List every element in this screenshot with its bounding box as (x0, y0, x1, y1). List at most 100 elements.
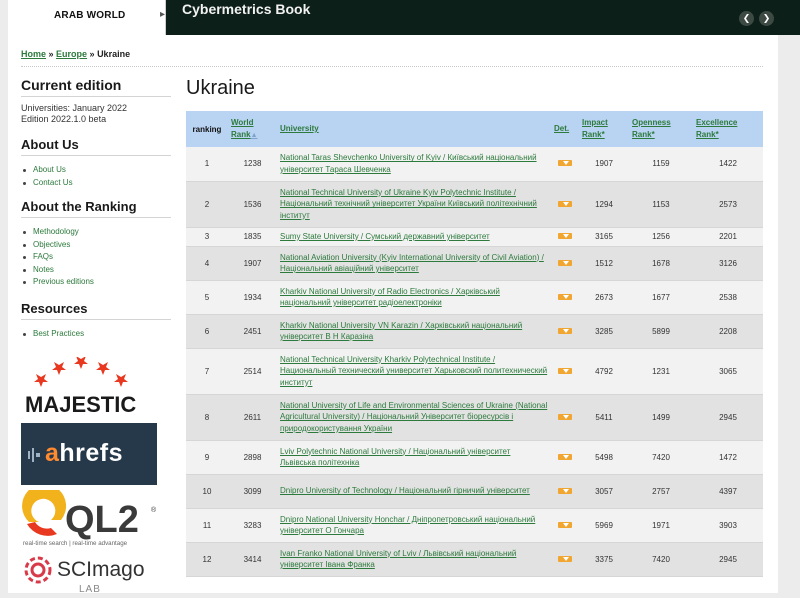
col-header-det[interactable]: Det. (551, 111, 579, 147)
cell-det (551, 181, 579, 228)
cell-university-link[interactable]: Sumy State University / Сумський державн… (277, 227, 551, 247)
cell-det (551, 394, 579, 441)
cell-openness-rank: 1678 (629, 246, 693, 281)
current-edition-heading: Current edition (21, 77, 171, 97)
ahrefs-mark-icon (28, 448, 40, 462)
cell-university-link[interactable]: National Aviation University (Kyiv Inter… (277, 246, 551, 281)
cell-det (551, 508, 579, 543)
cell-ranking: 9 (186, 440, 228, 475)
cell-world-rank: 2451 (228, 314, 277, 349)
region-tab-arab-world[interactable]: ARAB WORLD ▸ (8, 0, 166, 35)
cell-det (551, 474, 579, 509)
breadcrumb-home-link[interactable]: Home (21, 49, 46, 59)
detail-expand-icon[interactable] (558, 200, 572, 207)
detail-expand-icon[interactable] (558, 367, 572, 374)
cell-excellence-rank: 3903 (693, 508, 763, 543)
top-bar: ARAB WORLD ▸ Cybermetrics Book ❮ ❯ (0, 0, 800, 35)
cell-university-link[interactable]: Lviv Polytechnic National University / Н… (277, 440, 551, 475)
cell-excellence-rank: 3065 (693, 348, 763, 395)
sidebar-link-about-us[interactable]: About Us (21, 164, 171, 177)
col-header-excellence[interactable]: Excellence Rank* (693, 111, 763, 147)
cell-ranking: 6 (186, 314, 228, 349)
detail-expand-icon[interactable] (558, 453, 572, 460)
cell-world-rank: 3283 (228, 508, 277, 543)
cell-world-rank: 2611 (228, 394, 277, 441)
col-header-university-label: University (280, 124, 319, 133)
table-row: 5 1934 Kharkiv National University of Radi… (186, 280, 763, 315)
ahrefs-wordmark-rest: hrefs (59, 439, 124, 467)
cell-university-link[interactable]: National University of Life and Environm… (277, 394, 551, 441)
cell-openness-rank: 2757 (629, 474, 693, 509)
sort-asc-icon[interactable]: ▲ (251, 132, 258, 139)
cell-excellence-rank: 2201 (693, 227, 763, 247)
cell-excellence-rank: 2538 (693, 280, 763, 315)
sidebar-link-notes[interactable]: Notes (21, 264, 171, 277)
next-arrow-icon[interactable]: ❯ (759, 11, 774, 26)
prev-arrow-icon[interactable]: ❮ (739, 11, 754, 26)
col-header-university[interactable]: University (277, 111, 551, 147)
col-header-world-rank-line1: World (231, 117, 254, 127)
ahrefs-logo[interactable]: ahrefs (21, 423, 157, 485)
detail-expand-icon[interactable] (558, 259, 572, 266)
sidebar-link-previous-editions[interactable]: Previous editions (21, 276, 171, 289)
cell-openness-rank: 5899 (629, 314, 693, 349)
detail-expand-icon[interactable] (558, 160, 572, 167)
region-arrow-icon[interactable]: ▸ (160, 9, 165, 20)
ranking-table: ranking World Rank▲ University Det. Impac… (186, 111, 763, 577)
cell-impact-rank: 5969 (579, 508, 629, 543)
detail-expand-icon[interactable] (558, 293, 572, 300)
sidebar-link-methodology[interactable]: Methodology (21, 226, 171, 239)
detail-expand-icon[interactable] (558, 521, 572, 528)
table-row: 4 1907 National Aviation University (Kyiv … (186, 246, 763, 281)
cell-ranking: 12 (186, 542, 228, 577)
sidebar-link-best-practices[interactable]: Best Practices (21, 328, 171, 341)
col-header-openness[interactable]: Openness Rank* (629, 111, 693, 147)
sidebar-link-objectives[interactable]: Objectives (21, 239, 171, 252)
col-header-world-rank[interactable]: World Rank▲ (228, 111, 277, 147)
scimago-logo[interactable]: SCImago LAB (21, 553, 161, 595)
breadcrumb-separator: » (87, 49, 98, 59)
cell-ranking: 2 (186, 181, 228, 228)
cell-det (551, 147, 579, 182)
cell-university-link[interactable]: Kharkiv National University of Radio Ele… (277, 280, 551, 315)
sidebar-link-contact-us[interactable]: Contact Us (21, 177, 171, 190)
cell-university-link[interactable]: Ivan Franko National University of Lviv … (277, 542, 551, 577)
breadcrumb-europe-link[interactable]: Europe (56, 49, 87, 59)
detail-expand-icon[interactable] (558, 413, 572, 420)
cell-openness-rank: 1971 (629, 508, 693, 543)
col-header-excellence-line2: Rank* (696, 130, 719, 139)
cell-world-rank: 1536 (228, 181, 277, 228)
sidebar-link-faqs[interactable]: FAQs (21, 251, 171, 264)
detail-expand-icon[interactable] (558, 555, 572, 562)
cell-university-link[interactable]: Dnipro University of Technology / Націон… (277, 474, 551, 509)
cell-university-link[interactable]: Kharkiv National University VN Karazin /… (277, 314, 551, 349)
detail-expand-icon[interactable] (558, 233, 572, 239)
cell-university-link[interactable]: National Taras Shevchenko University of … (277, 147, 551, 182)
cell-world-rank: 2898 (228, 440, 277, 475)
table-row: 12 3414 Ivan Franko National University of… (186, 542, 763, 577)
detail-expand-icon[interactable] (558, 487, 572, 494)
detail-expand-icon[interactable] (558, 327, 572, 334)
page-title: Ukraine (186, 77, 255, 99)
cell-ranking: 3 (186, 227, 228, 247)
ql2-tagline: real-time search | real-time advantage (23, 540, 128, 547)
cell-impact-rank: 1294 (579, 181, 629, 228)
edition-version: Edition 2022.1.0 beta (21, 114, 107, 124)
breadcrumb: Home » Europe » Ukraine (21, 49, 130, 59)
scimago-wordmark: SCImago (57, 558, 145, 581)
cell-impact-rank: 5498 (579, 440, 629, 475)
cell-excellence-rank: 1422 (693, 147, 763, 182)
cell-university-link[interactable]: Dnipro National University Honchar / Дні… (277, 508, 551, 543)
table-header-row: ranking World Rank▲ University Det. Impac… (186, 111, 763, 147)
cell-impact-rank: 1907 (579, 147, 629, 182)
cell-impact-rank: 3165 (579, 227, 629, 247)
col-header-impact[interactable]: Impact Rank* (579, 111, 629, 147)
ql2-logo[interactable]: QL2 ® real-time search | real-time advan… (21, 483, 161, 548)
cell-university-link[interactable]: National Technical University Kharkiv Po… (277, 348, 551, 395)
cell-ranking: 10 (186, 474, 228, 509)
col-header-impact-line2: Rank* (582, 130, 605, 139)
majestic-logo[interactable]: MAJESTIC (21, 356, 151, 417)
cell-university-link[interactable]: National Technical University of Ukraine… (277, 181, 551, 228)
col-header-world-rank-line2: Rank (231, 129, 251, 139)
cell-impact-rank: 3285 (579, 314, 629, 349)
